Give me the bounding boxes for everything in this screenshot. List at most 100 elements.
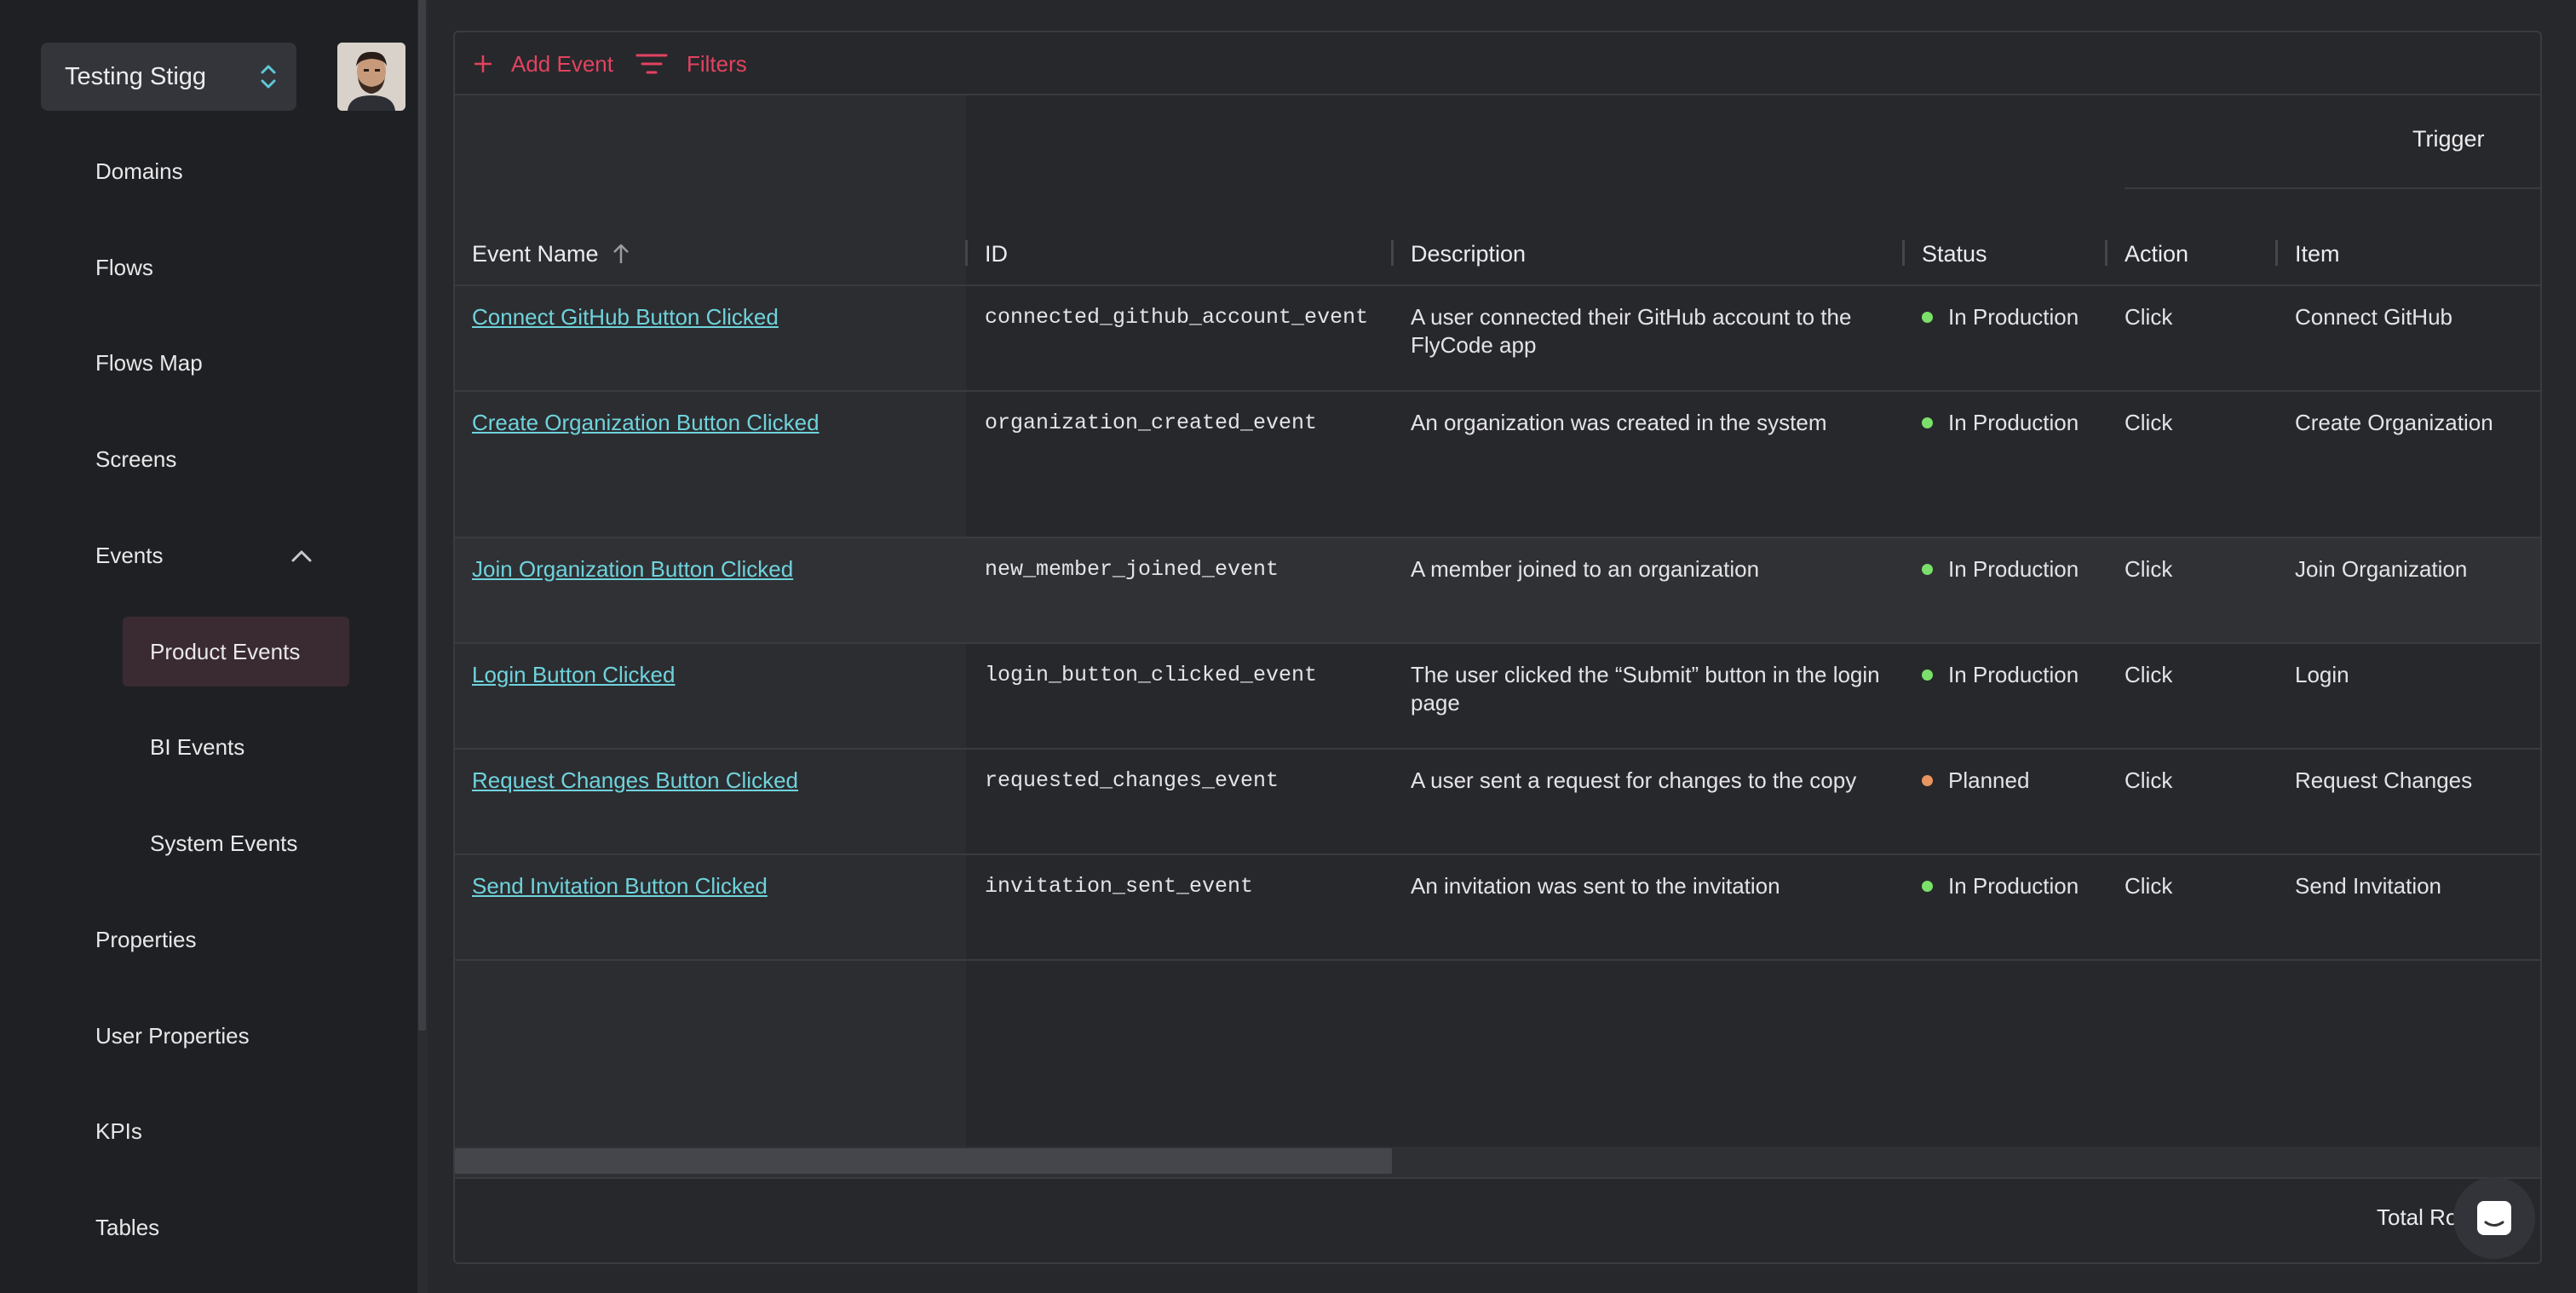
sidebar-item-system-events[interactable]: System Events [150, 826, 297, 860]
sidebar-item-events[interactable]: Events [95, 538, 164, 572]
filters-button[interactable]: Filters [635, 48, 747, 80]
column-header-event-name[interactable]: Event Name [472, 237, 631, 271]
event-id: invitation_sent_event [985, 874, 1254, 899]
plus-icon [474, 55, 492, 72]
workspace-select[interactable]: Testing Stigg [41, 43, 296, 111]
footer-divider [455, 1177, 2540, 1179]
sidebar-scrollbar-thumb[interactable] [418, 0, 426, 1031]
status-text: In Production [1948, 410, 2079, 435]
status-dot-icon [1922, 774, 1933, 786]
column-resizer[interactable] [2105, 240, 2107, 266]
event-item: Create Organization [2295, 410, 2493, 435]
event-item: Login [2295, 662, 2349, 687]
event-action: Click [2125, 556, 2173, 582]
status-text: Planned [1948, 767, 2030, 793]
status-dot-icon [1922, 880, 1933, 892]
column-header-status[interactable]: Status [1922, 237, 1987, 271]
event-item: Join Organization [2295, 556, 2468, 582]
status-dot-icon [1922, 311, 1933, 323]
event-id: requested_changes_event [985, 768, 1279, 793]
event-item: Send Invitation [2295, 873, 2442, 899]
event-action: Click [2125, 304, 2173, 330]
sidebar-item-flows[interactable]: Flows [95, 250, 153, 284]
event-action: Click [2125, 767, 2173, 793]
add-event-label: Add Event [511, 51, 613, 77]
event-item: Request Changes [2295, 767, 2473, 793]
status-badge: In Production [1922, 555, 2079, 583]
add-event-button[interactable]: Add Event [472, 48, 613, 80]
status-text: In Production [1948, 873, 2079, 899]
event-id: connected_github_account_event [985, 305, 1369, 330]
sidebar-item-flows-map[interactable]: Flows Map [95, 346, 203, 380]
sidebar-item-product-events[interactable]: Product Events [150, 635, 300, 669]
column-resizer[interactable] [1391, 240, 1394, 266]
event-description: An organization was created in the syste… [1411, 410, 1827, 435]
column-resizer[interactable] [1902, 240, 1905, 266]
status-badge: In Production [1922, 303, 2079, 331]
sidebar-item-tables[interactable]: Tables [95, 1210, 159, 1244]
chat-icon [2477, 1201, 2511, 1235]
table-row[interactable]: Connect GitHub Button Clicked connected_… [455, 286, 2540, 392]
column-resizer[interactable] [965, 240, 968, 266]
chevron-updown-icon [261, 65, 276, 89]
table-row[interactable]: Request Changes Button Clicked requested… [455, 750, 2540, 855]
status-dot-icon [1922, 417, 1933, 428]
event-id: new_member_joined_event [985, 557, 1279, 582]
event-name-link[interactable]: Login Button Clicked [472, 661, 675, 689]
column-group-divider [2125, 187, 2540, 189]
event-name-link[interactable]: Request Changes Button Clicked [472, 767, 798, 795]
events-table-panel: Add Event Filters Trigger Event Name ID … [453, 31, 2542, 1264]
sidebar-item-bi-events[interactable]: BI Events [150, 730, 244, 764]
status-text: In Production [1948, 304, 2079, 330]
filters-label: Filters [687, 51, 747, 77]
event-action: Click [2125, 410, 2173, 435]
total-rows-label: Total Ro [2377, 1204, 2458, 1230]
sort-ascending-icon[interactable] [611, 242, 631, 266]
event-description: A member joined to an organization [1411, 556, 1760, 582]
event-item: Connect GitHub [2295, 304, 2452, 330]
filter-icon [635, 54, 668, 74]
event-id: login_button_clicked_event [985, 663, 1318, 687]
table-row[interactable]: Send Invitation Button Clicked invitatio… [455, 855, 2540, 961]
workspace-name: Testing Stigg [65, 62, 207, 90]
event-name-link[interactable]: Create Organization Button Clicked [472, 409, 819, 437]
status-badge: In Production [1922, 661, 2079, 689]
sidebar-item-user-properties[interactable]: User Properties [95, 1019, 250, 1053]
column-resizer[interactable] [2275, 240, 2278, 266]
status-badge: Planned [1922, 767, 2029, 795]
chat-launcher-button[interactable] [2453, 1177, 2535, 1259]
chevron-up-icon[interactable] [290, 545, 313, 566]
event-action: Click [2125, 662, 2173, 687]
status-badge: In Production [1922, 409, 2079, 437]
status-dot-icon [1922, 563, 1933, 575]
event-description: A user connected their GitHub account to… [1411, 304, 1852, 358]
table-row[interactable]: Create Organization Button Clicked organ… [455, 392, 2540, 538]
toolbar: Add Event Filters [455, 32, 2540, 95]
event-id: organization_created_event [985, 411, 1318, 435]
column-header-event-name-label: Event Name [472, 241, 599, 267]
column-header-description[interactable]: Description [1411, 237, 1526, 271]
sidebar-item-properties[interactable]: Properties [95, 922, 197, 957]
status-badge: In Production [1922, 872, 2079, 900]
column-header-item[interactable]: Item [2295, 237, 2340, 271]
event-description: An invitation was sent to the invitation [1411, 873, 1780, 899]
event-description: The user clicked the “Submit” button in … [1411, 662, 1880, 715]
sidebar: Testing Stigg Domains Flows Flows Map Sc… [0, 0, 421, 1293]
sidebar-item-domains[interactable]: Domains [95, 154, 183, 188]
column-header-id[interactable]: ID [985, 237, 1008, 271]
event-description: A user sent a request for changes to the… [1411, 767, 1857, 793]
avatar[interactable] [337, 43, 405, 111]
column-group-trigger: Trigger [2412, 126, 2485, 152]
event-name-link[interactable]: Join Organization Button Clicked [472, 555, 793, 583]
sidebar-item-screens[interactable]: Screens [95, 442, 176, 476]
status-dot-icon [1922, 669, 1933, 681]
table-row[interactable]: Join Organization Button Clicked new_mem… [455, 538, 2540, 644]
horizontal-scrollbar-thumb[interactable] [455, 1148, 1392, 1174]
event-action: Click [2125, 873, 2173, 899]
table-row[interactable]: Login Button Clicked login_button_clicke… [455, 644, 2540, 750]
sidebar-item-kpis[interactable]: KPIs [95, 1114, 142, 1148]
event-name-link[interactable]: Connect GitHub Button Clicked [472, 303, 779, 331]
status-text: In Production [1948, 556, 2079, 582]
event-name-link[interactable]: Send Invitation Button Clicked [472, 872, 768, 900]
column-header-action[interactable]: Action [2125, 237, 2188, 271]
